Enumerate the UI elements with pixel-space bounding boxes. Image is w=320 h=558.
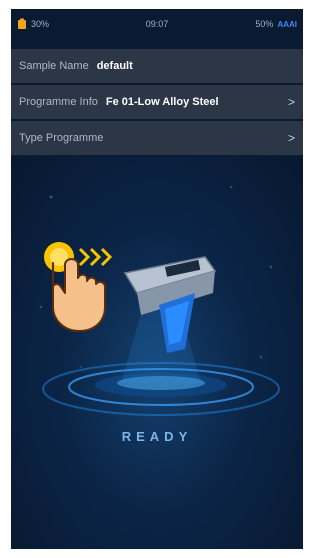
app-screen: 30% 09:07 50% AAAI Sample Name default P…: [11, 9, 303, 549]
type-programme-label: Type Programme: [19, 132, 104, 144]
start-stage[interactable]: READY: [11, 157, 303, 549]
programme-info-row[interactable]: Programme Info Fe 01-Low Alloy Steel >: [11, 85, 303, 119]
type-programme-row[interactable]: Type Programme >: [11, 121, 303, 155]
sample-name-label: Sample Name: [19, 60, 89, 72]
status-time: 09:07: [145, 19, 169, 29]
ready-status: READY: [121, 429, 193, 444]
arrows-icon: [78, 247, 113, 267]
chevron-right-icon: >: [287, 131, 295, 145]
sample-name-value: default: [96, 60, 133, 72]
handheld-analyzer-icon: [123, 256, 217, 353]
status-bar: 30% 09:07 50% AAAI: [11, 9, 303, 39]
programme-info-label: Programme Info: [19, 96, 98, 108]
programme-info-value: Fe 01-Low Alloy Steel: [105, 96, 219, 108]
chevron-right-icon: >: [287, 95, 295, 109]
sample-name-row[interactable]: Sample Name default: [11, 49, 303, 83]
